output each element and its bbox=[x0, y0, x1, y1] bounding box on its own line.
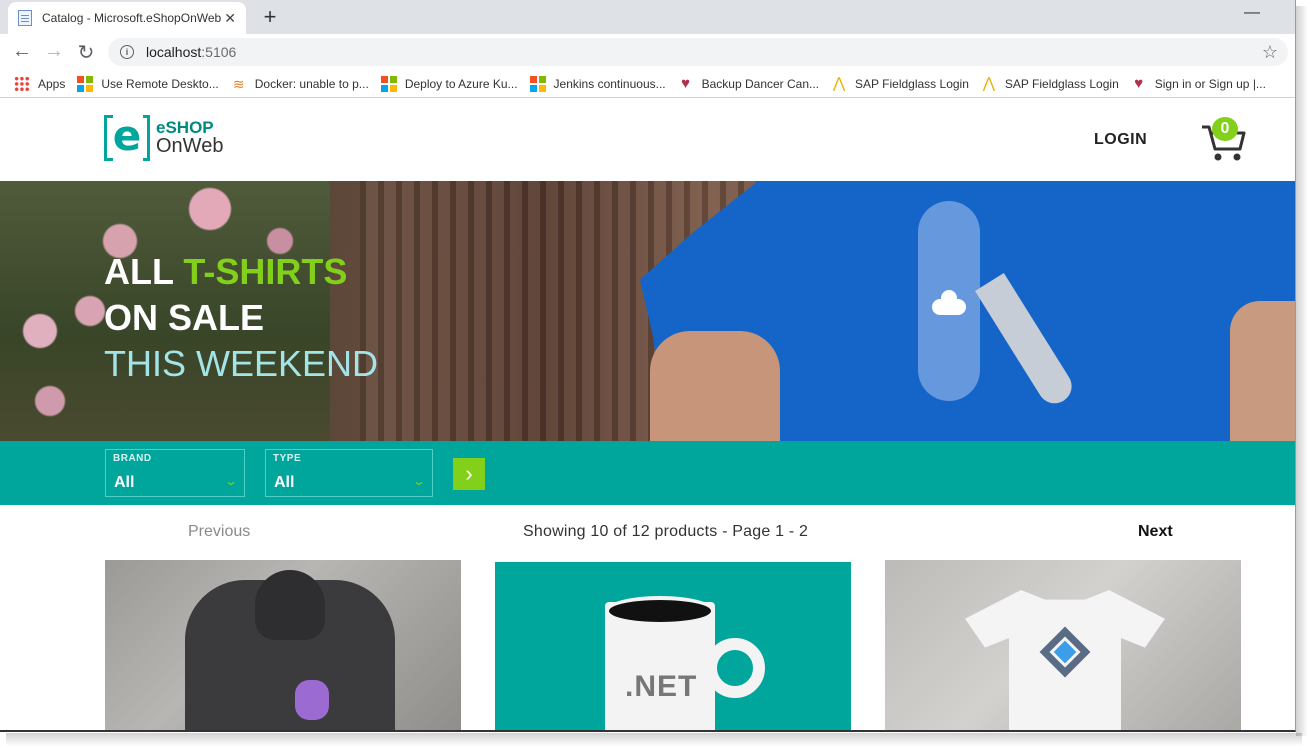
login-link[interactable]: LOGIN bbox=[1094, 131, 1147, 149]
pager-info: Showing 10 of 12 products - Page 1 - 2 bbox=[523, 523, 809, 540]
bookmark-item[interactable]: Use Remote Deskto... bbox=[77, 75, 219, 92]
hero-arm-image bbox=[1230, 301, 1295, 441]
product-card-hoodie[interactable] bbox=[105, 560, 461, 730]
bookmark-item[interactable]: ≋ Docker: unable to p... bbox=[231, 76, 369, 92]
bookmark-star-icon[interactable]: ☆ bbox=[1262, 42, 1278, 63]
apps-grid-icon bbox=[14, 75, 30, 92]
minimize-icon[interactable]: — bbox=[1244, 4, 1260, 22]
address-host: localhost bbox=[146, 44, 202, 60]
bookmark-item[interactable]: Jenkins continuous... bbox=[529, 75, 666, 92]
site-header: e eSHOP OnWeb LOGIN 0 bbox=[0, 99, 1295, 181]
hood-image bbox=[255, 570, 325, 640]
previous-page-link[interactable]: Previous bbox=[188, 523, 250, 541]
new-tab-button[interactable]: + bbox=[258, 4, 282, 30]
hero-line2: ON SALE bbox=[104, 297, 265, 338]
pager: Previous Showing 10 of 12 products - Pag… bbox=[0, 505, 1295, 559]
site-info-icon[interactable]: i bbox=[120, 45, 134, 59]
logo-text-line2: OnWeb bbox=[156, 135, 224, 158]
hero-line3: THIS WEEKEND bbox=[104, 343, 379, 384]
bookmark-label: SAP Fieldglass Login bbox=[855, 76, 969, 91]
hero-arm-image bbox=[650, 331, 780, 441]
type-filter-select[interactable]: TYPE All ⌄ bbox=[265, 449, 433, 497]
bookmark-label: Docker: unable to p... bbox=[254, 76, 369, 91]
microsoft-icon bbox=[380, 75, 397, 92]
bookmark-label: Jenkins continuous... bbox=[553, 76, 666, 91]
bookmark-item[interactable]: ⋀ SAP Fieldglass Login bbox=[831, 74, 969, 92]
microsoft-icon bbox=[77, 75, 94, 92]
product-card-tshirt[interactable] bbox=[885, 560, 1241, 730]
brand-filter-value: All bbox=[114, 474, 135, 491]
heart-icon: ♥ bbox=[681, 74, 691, 92]
product-card-mug[interactable]: .NET bbox=[495, 562, 851, 730]
reload-icon[interactable]: ↻ bbox=[74, 40, 98, 65]
type-filter-value: All bbox=[274, 474, 295, 491]
bookmark-label: Backup Dancer Can... bbox=[701, 76, 820, 91]
sap-icon: ⋀ bbox=[982, 74, 996, 92]
bookmark-item[interactable]: ⋀ SAP Fieldglass Login bbox=[981, 74, 1119, 92]
hero-banner: ALL T-SHIRTS ON SALE THIS WEEKEND bbox=[0, 181, 1295, 441]
hero-line1-a: ALL bbox=[104, 251, 184, 292]
browser-window: Catalog - Microsoft.eShopOnWeb ✕ + — ← →… bbox=[0, 0, 1296, 732]
eshop-logo[interactable]: e eSHOP OnWeb bbox=[104, 115, 223, 161]
brand-filter-label: BRAND bbox=[113, 453, 152, 464]
bookmark-label: Deploy to Azure Ku... bbox=[404, 76, 518, 91]
hero-headline: ALL T-SHIRTS ON SALE THIS WEEKEND bbox=[104, 249, 378, 387]
filter-bar: BRAND All ⌄ TYPE All ⌄ › bbox=[0, 441, 1295, 505]
bookmark-item[interactable]: ♥ Backup Dancer Can... bbox=[678, 74, 820, 92]
close-tab-icon[interactable]: ✕ bbox=[224, 10, 236, 27]
tab-strip: Catalog - Microsoft.eShopOnWeb ✕ + — bbox=[0, 0, 1295, 34]
microsoft-icon bbox=[529, 75, 546, 92]
browser-toolbar: ← → ↻ i localhost:5106 ☆ bbox=[0, 34, 1295, 70]
bookmark-item[interactable]: ♥ Sign in or Sign up |... bbox=[1131, 74, 1266, 92]
bookmarks-bar: Apps Use Remote Deskto... ≋ Docker: unabl… bbox=[0, 70, 1295, 98]
tab-title: Catalog - Microsoft.eShopOnWeb bbox=[42, 11, 222, 25]
address-port: :5106 bbox=[201, 44, 237, 60]
bookmark-item[interactable]: Deploy to Azure Ku... bbox=[380, 75, 518, 92]
mug-print: .NET bbox=[625, 670, 698, 703]
mug-rim-image bbox=[605, 596, 715, 626]
apply-filter-button[interactable]: › bbox=[453, 458, 485, 490]
type-filter-label: TYPE bbox=[273, 453, 302, 464]
back-arrow-icon[interactable]: ← bbox=[10, 40, 34, 63]
logo-text-line1: eSHOP bbox=[156, 117, 214, 137]
bookmark-label: Apps bbox=[38, 76, 66, 91]
brand-filter-select[interactable]: BRAND All ⌄ bbox=[105, 449, 245, 497]
logo-mark-icon: e bbox=[104, 115, 150, 161]
bookmark-label: SAP Fieldglass Login bbox=[1004, 76, 1119, 91]
chevron-down-icon: ⌄ bbox=[411, 474, 427, 488]
next-page-link[interactable]: Next bbox=[1138, 523, 1173, 541]
page-favicon-icon bbox=[18, 10, 32, 26]
address-bar[interactable]: i localhost:5106 ☆ bbox=[108, 38, 1288, 66]
docker-icon: ≋ bbox=[232, 75, 245, 92]
cart-count-badge[interactable]: 0 bbox=[1212, 117, 1238, 141]
chevron-right-icon: › bbox=[465, 461, 473, 486]
sap-icon: ⋀ bbox=[832, 74, 846, 92]
browser-tab[interactable]: Catalog - Microsoft.eShopOnWeb ✕ bbox=[8, 2, 246, 34]
forward-arrow-icon[interactable]: → bbox=[42, 40, 66, 63]
chevron-down-icon: ⌄ bbox=[223, 474, 239, 488]
bookmark-apps[interactable]: Apps bbox=[14, 75, 66, 92]
bookmark-label: Use Remote Deskto... bbox=[101, 76, 219, 91]
bot-logo-icon bbox=[295, 680, 329, 720]
hero-line1-b: T-SHIRTS bbox=[183, 251, 348, 292]
bookmark-label: Sign in or Sign up |... bbox=[1154, 76, 1266, 91]
page-content: e eSHOP OnWeb LOGIN 0 ALL T-SHIRTS ON SA… bbox=[0, 99, 1295, 730]
cloud-icon bbox=[932, 290, 966, 315]
heart-icon: ♥ bbox=[1134, 74, 1144, 92]
